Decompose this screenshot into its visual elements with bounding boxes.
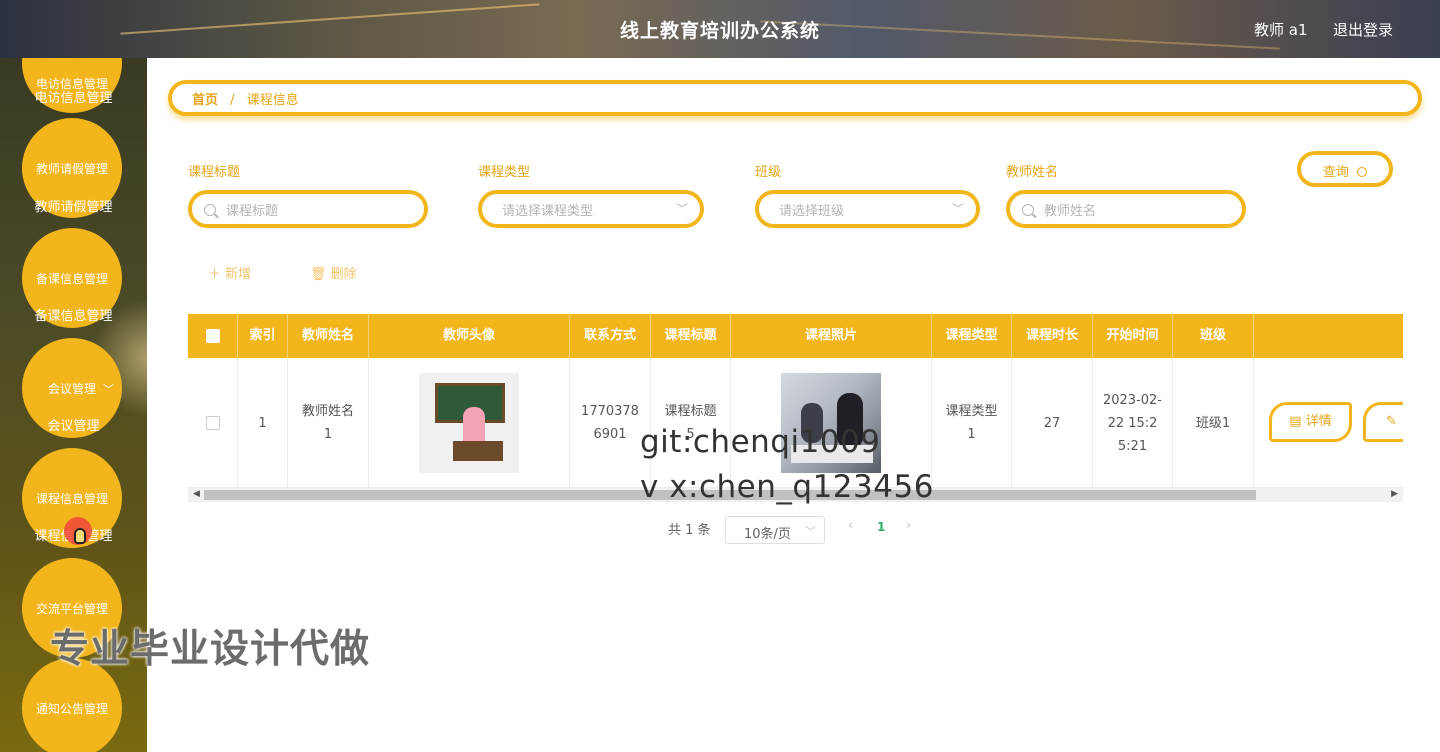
chevron-down-icon: ﹀ [805, 525, 816, 538]
delete-button-label: 删除 [330, 267, 357, 282]
filter-label-type: 课程类型 [478, 165, 531, 180]
teacher-avatar-image[interactable] [419, 373, 519, 473]
course-title-input[interactable]: 课程标题 [188, 190, 428, 228]
current-page-number[interactable]: 1 [877, 520, 885, 534]
breadcrumb: 首页 / 课程信息 [168, 80, 1422, 116]
cell-phone: 17703786901 [570, 358, 651, 488]
row-checkbox[interactable] [205, 416, 220, 430]
app-title: 线上教育培训办公系统 [619, 20, 820, 42]
breadcrumb-separator: / [230, 93, 235, 108]
add-button[interactable]: ＋ 新增 [208, 263, 251, 282]
search-icon [204, 204, 216, 216]
plus-icon: ＋ [208, 267, 222, 282]
course-type-select[interactable]: 请选择课程类型 ﹀ [478, 190, 704, 228]
filter-label-title: 课程标题 [188, 165, 241, 180]
column-header: 课程照片 [731, 314, 932, 358]
teacher-name-placeholder: 教师姓名 [1044, 204, 1097, 219]
edit-button[interactable]: ✎ [1363, 402, 1403, 442]
class-select[interactable]: 请选择班级 ﹀ [755, 190, 980, 228]
sidebar-item-circle-text: 交流平台管理 [35, 601, 108, 616]
teacher-name-input[interactable]: 教师姓名 [1006, 190, 1246, 228]
sidebar-item-circle-text: 通知公告管理 [35, 701, 108, 716]
column-header: 索引 [238, 314, 288, 358]
sidebar-item-circle-text: 教师请假管理 [35, 161, 108, 176]
course-table: 索引 教师姓名 教师头像 联系方式 课程标题 课程照片 课程类型 课程时长 开始… [188, 314, 1403, 488]
table-header: 索引 教师姓名 教师头像 联系方式 课程标题 课程照片 课程类型 课程时长 开始… [188, 314, 1403, 358]
cell-index: 1 [238, 358, 288, 488]
chevron-down-icon: ﹀ [951, 202, 964, 216]
column-header: 课程标题 [651, 314, 731, 358]
sidebar-item-circle-text: 备课信息管理 [35, 271, 108, 286]
column-header: 联系方式 [570, 314, 651, 358]
class-placeholder: 请选择班级 [779, 204, 845, 219]
column-header: 操作 [1254, 314, 1403, 358]
filter-label-teacher: 教师姓名 [1006, 165, 1059, 180]
pagination-total: 共 1 条 [668, 523, 711, 538]
document-icon: ▤ [1289, 414, 1302, 429]
column-header: 课程类型 [932, 314, 1012, 358]
cell-teacher-name: 教师姓名1 [288, 358, 369, 488]
query-button[interactable]: 查询 [1297, 151, 1393, 187]
watermark-banner: 专业毕业设计代做 [50, 627, 371, 672]
course-title-placeholder: 课程标题 [226, 204, 279, 219]
column-header: 教师头像 [369, 314, 570, 358]
page-size-select[interactable]: 10条/页 ﹀ [725, 516, 825, 544]
add-button-label: 新增 [225, 267, 252, 282]
sidebar-item-label[interactable]: 会议管理 [0, 415, 147, 434]
cell-start-time: 2023-02-22 15:25:21 [1093, 358, 1173, 488]
select-all-cell [188, 314, 238, 358]
cell-course-type: 课程类型1 [932, 358, 1012, 488]
watermark-git: git:chenqi1009 [640, 424, 881, 460]
sidebar-item-label[interactable]: 教师请假管理 [0, 196, 147, 215]
column-header: 开始时间 [1093, 314, 1173, 358]
logout-link[interactable]: 退出登录 [1333, 19, 1393, 40]
query-button-label: 查询 [1322, 165, 1349, 180]
detail-button-label: 详情 [1305, 414, 1332, 429]
cell-teacher-avatar [369, 358, 570, 488]
sidebar-item-label[interactable]: 电访信息管理 [0, 87, 147, 106]
detail-button[interactable]: ▤ 详情 [1269, 402, 1352, 442]
column-header: 班级 [1173, 314, 1254, 358]
column-header: 教师姓名 [288, 314, 369, 358]
cell-duration: 27 [1012, 358, 1093, 488]
scroll-left-arrow-icon[interactable]: ◀ [193, 489, 200, 499]
search-icon [1022, 204, 1034, 216]
prev-page-button[interactable]: ‹ [848, 518, 853, 533]
page-size-value: 10条/页 [744, 527, 791, 542]
scroll-right-arrow-icon[interactable]: ▶ [1391, 489, 1398, 499]
breadcrumb-home[interactable]: 首页 [192, 93, 218, 108]
sidebar-item-label[interactable]: 备课信息管理 [0, 305, 147, 324]
column-header: 课程时长 [1012, 314, 1093, 358]
chevron-down-icon: ﹀ [103, 383, 114, 396]
chevron-down-icon: ﹀ [675, 202, 688, 216]
image-part [453, 441, 503, 461]
delete-button[interactable]: 🗑 删除 [310, 263, 357, 282]
filter-label-class: 班级 [755, 165, 782, 180]
next-page-button[interactable]: › [906, 518, 911, 533]
select-all-checkbox[interactable] [205, 329, 220, 343]
course-type-placeholder: 请选择课程类型 [502, 204, 594, 219]
hand-cursor-icon [74, 528, 86, 544]
top-header: 线上教育培训办公系统 教师 a1 退出登录 [0, 0, 1440, 58]
sidebar-item-circle-text: 会议管理 [47, 381, 96, 396]
sidebar-item-circle-text: 课程信息管理 [35, 491, 108, 506]
row-select-cell [188, 358, 238, 488]
search-icon [1357, 167, 1368, 177]
pencil-icon: ✎ [1386, 414, 1397, 429]
watermark-contact: v x:chen_q123456 [640, 469, 934, 505]
trash-icon: 🗑 [310, 267, 327, 282]
current-user: 教师 a1 [1254, 21, 1308, 39]
cell-class: 班级1 [1173, 358, 1254, 488]
breadcrumb-current: 课程信息 [246, 93, 299, 108]
